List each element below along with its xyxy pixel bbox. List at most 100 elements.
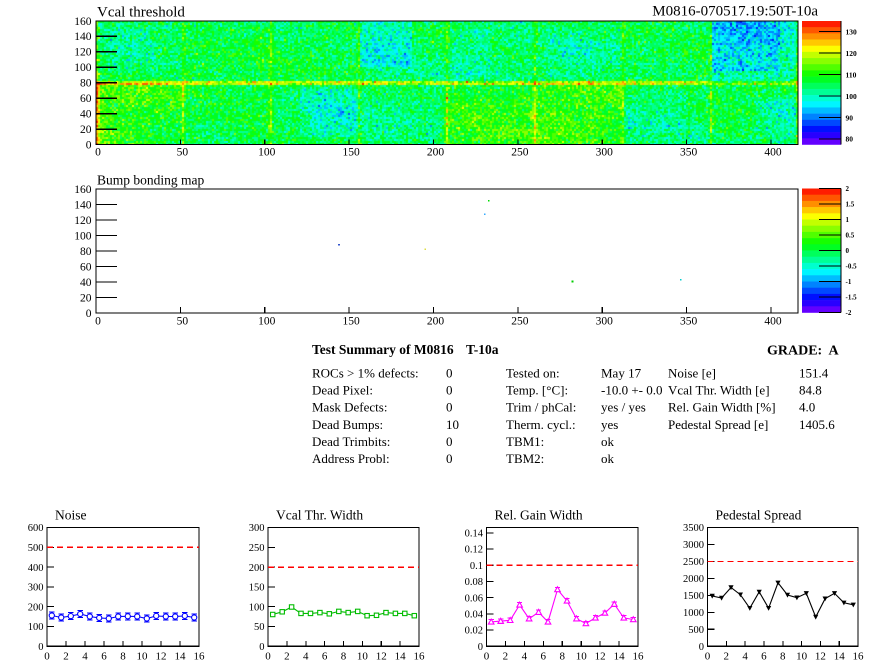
svg-text:350: 350: [680, 147, 698, 159]
svg-text:Bump bonding map: Bump bonding map: [97, 173, 204, 188]
svg-text:Vcal threshold: Vcal threshold: [97, 5, 185, 21]
svg-text:Rel. Gain Width [%]: Rel. Gain Width [%]: [668, 400, 776, 415]
svg-text:2: 2: [63, 651, 69, 663]
svg-text:140: 140: [74, 199, 92, 211]
svg-text:16: 16: [194, 651, 206, 663]
svg-text:120: 120: [74, 47, 92, 59]
svg-text:M0816-070517.19:50T-10a: M0816-070517.19:50T-10a: [652, 4, 818, 20]
svg-text:6: 6: [322, 651, 328, 663]
svg-text:-10.0 +- 0.0: -10.0 +- 0.0: [601, 382, 663, 397]
svg-text:0: 0: [446, 365, 453, 380]
svg-text:0.02: 0.02: [465, 626, 483, 637]
svg-text:-1.5: -1.5: [846, 294, 858, 302]
svg-text:TBM2:: TBM2:: [506, 451, 544, 466]
svg-text:300: 300: [596, 147, 614, 159]
svg-text:T-10a: T-10a: [466, 342, 499, 357]
svg-text:100: 100: [258, 147, 276, 159]
svg-text:Test Summary of M0816: Test Summary of M0816: [312, 342, 454, 357]
svg-text:0.06: 0.06: [465, 593, 483, 604]
svg-text:2500: 2500: [683, 557, 704, 568]
svg-text:14: 14: [395, 651, 407, 663]
svg-text:10: 10: [576, 651, 588, 663]
svg-text:1500: 1500: [683, 591, 704, 602]
svg-text:8: 8: [780, 651, 786, 663]
svg-text:4.0: 4.0: [799, 400, 815, 415]
svg-text:14: 14: [834, 651, 846, 663]
svg-text:400: 400: [764, 147, 782, 159]
svg-text:500: 500: [28, 543, 44, 554]
svg-text:0: 0: [86, 308, 92, 320]
svg-text:250: 250: [249, 543, 265, 554]
svg-text:-2: -2: [846, 309, 852, 317]
svg-text:12: 12: [595, 651, 606, 663]
svg-text:TBM1:: TBM1:: [506, 434, 544, 449]
svg-text:40: 40: [80, 277, 92, 289]
svg-text:400: 400: [28, 563, 44, 574]
svg-text:200: 200: [427, 147, 445, 159]
svg-text:150: 150: [342, 316, 360, 328]
svg-text:10: 10: [137, 651, 149, 663]
svg-text:150: 150: [249, 583, 265, 594]
svg-text:6: 6: [101, 651, 107, 663]
svg-text:8: 8: [341, 651, 347, 663]
svg-text:151.4: 151.4: [799, 365, 829, 380]
svg-text:Tested on:: Tested on:: [506, 365, 560, 380]
svg-text:100: 100: [258, 316, 276, 328]
svg-text:100: 100: [74, 62, 92, 74]
svg-text:10: 10: [446, 417, 459, 432]
svg-text:50: 50: [254, 622, 265, 633]
svg-text:0: 0: [95, 147, 101, 159]
svg-text:3000: 3000: [683, 540, 704, 551]
svg-text:Rel. Gain Width: Rel. Gain Width: [495, 508, 583, 523]
svg-text:0: 0: [44, 651, 50, 663]
svg-text:0: 0: [478, 642, 483, 653]
svg-text:0: 0: [846, 247, 850, 255]
svg-text:ok: ok: [601, 451, 615, 466]
svg-text:60: 60: [80, 93, 92, 105]
svg-text:0: 0: [446, 400, 453, 415]
svg-text:160: 160: [74, 16, 92, 28]
svg-text:14: 14: [614, 651, 626, 663]
svg-text:4: 4: [742, 651, 748, 663]
svg-text:ROCs > 1% defects:: ROCs > 1% defects:: [312, 365, 419, 380]
svg-text:350: 350: [680, 316, 698, 328]
svg-text:Therm. cycl.:: Therm. cycl.:: [506, 417, 576, 432]
svg-text:16: 16: [853, 651, 865, 663]
svg-text:140: 140: [74, 31, 92, 43]
svg-text:Address Probl:: Address Probl:: [312, 451, 390, 466]
svg-text:150: 150: [342, 147, 360, 159]
svg-text:130: 130: [846, 27, 858, 36]
svg-text:110: 110: [846, 70, 857, 79]
svg-text:2: 2: [724, 651, 730, 663]
svg-text:Mask Defects:: Mask Defects:: [312, 400, 387, 415]
svg-text:0: 0: [265, 651, 271, 663]
svg-text:-0.5: -0.5: [846, 263, 858, 271]
svg-text:250: 250: [511, 316, 529, 328]
svg-text:0.1: 0.1: [470, 561, 483, 572]
svg-text:8: 8: [120, 651, 126, 663]
svg-text:1000: 1000: [683, 608, 704, 619]
svg-text:80: 80: [846, 135, 854, 144]
svg-text:20: 20: [80, 124, 92, 136]
svg-text:300: 300: [28, 583, 44, 594]
svg-text:300: 300: [249, 523, 265, 534]
svg-text:-1: -1: [846, 278, 852, 286]
svg-text:80: 80: [80, 246, 92, 258]
svg-text:0: 0: [484, 651, 490, 663]
svg-text:0: 0: [259, 642, 264, 653]
svg-text:0.14: 0.14: [465, 529, 484, 540]
svg-text:600: 600: [28, 523, 44, 534]
svg-text:80: 80: [80, 78, 92, 90]
svg-text:200: 200: [28, 602, 44, 613]
svg-text:Noise: Noise: [55, 508, 87, 523]
svg-text:1.5: 1.5: [846, 201, 855, 209]
svg-text:16: 16: [633, 651, 645, 663]
svg-text:6: 6: [761, 651, 767, 663]
svg-text:0: 0: [86, 139, 92, 151]
svg-text:Dead Trimbits:: Dead Trimbits:: [312, 434, 390, 449]
svg-text:90: 90: [846, 113, 854, 122]
svg-text:100: 100: [74, 230, 92, 242]
svg-text:1: 1: [846, 216, 850, 224]
svg-text:6: 6: [541, 651, 547, 663]
svg-text:10: 10: [357, 651, 369, 663]
